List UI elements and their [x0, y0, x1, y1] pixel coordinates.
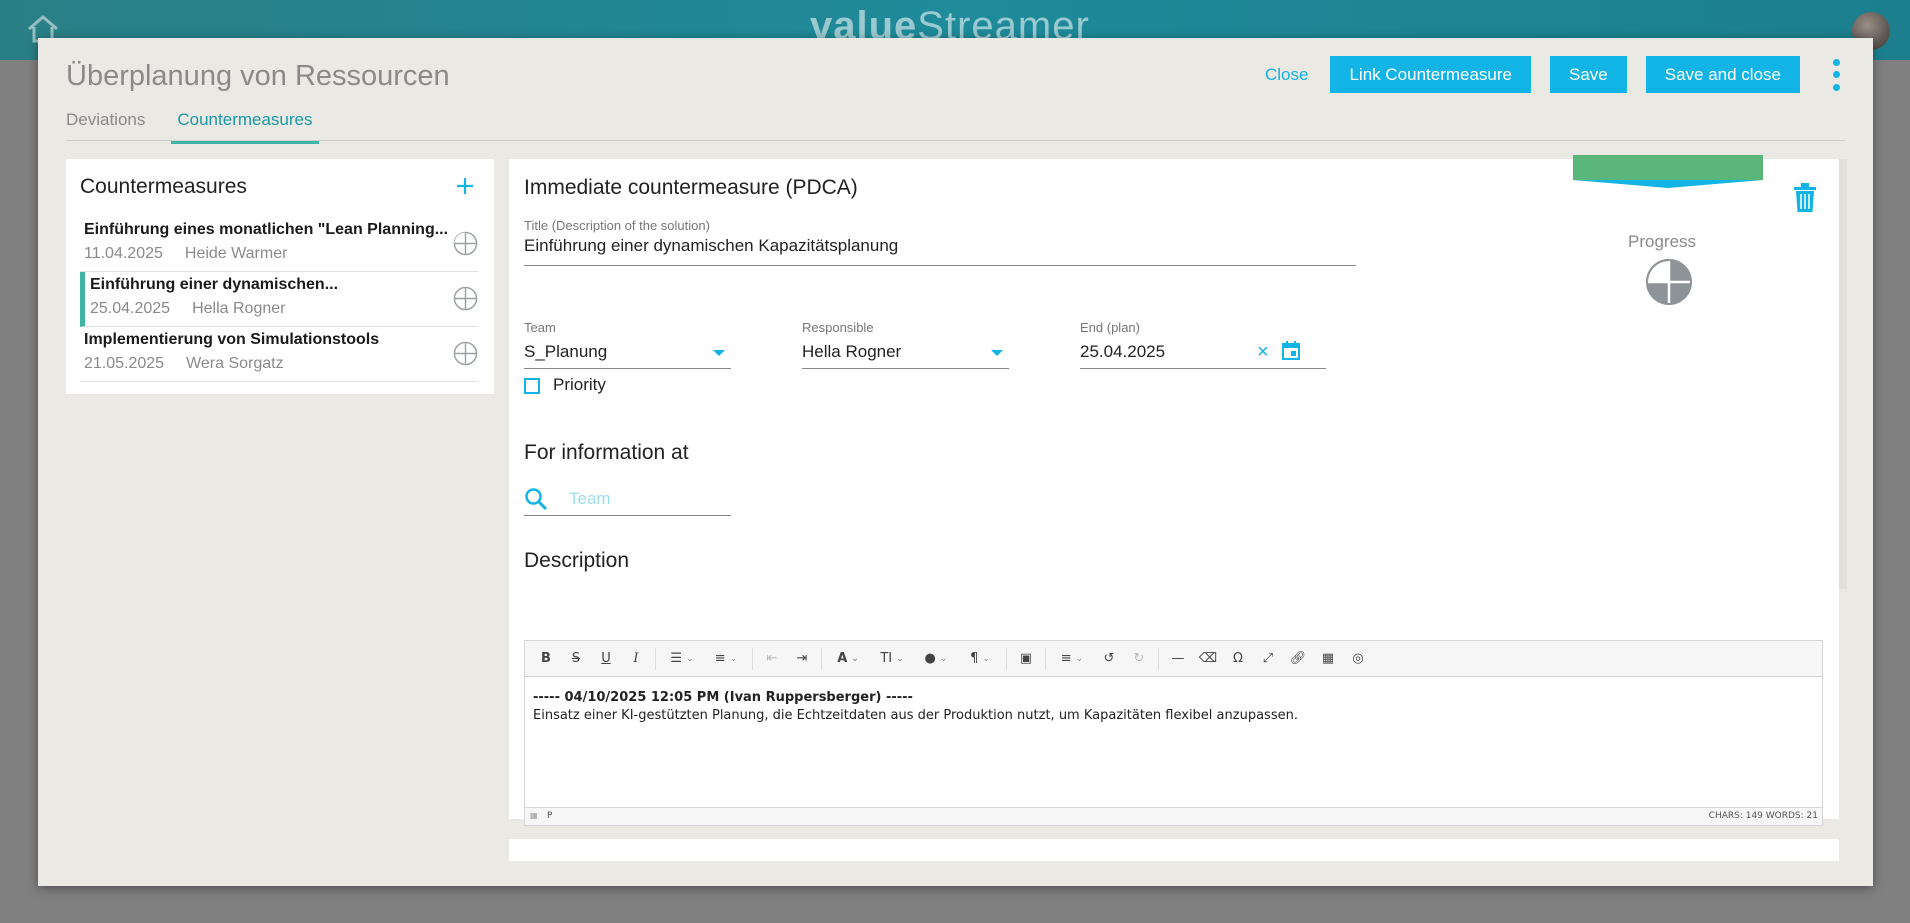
insert-table-button[interactable]: ▦	[1313, 645, 1343, 673]
item-person: Hella Rogner	[192, 300, 286, 317]
end-plan-date-field[interactable]: 25.04.2025	[1080, 342, 1165, 362]
item-person: Heide Warmer	[184, 245, 288, 262]
tabs-divider	[66, 140, 1845, 141]
item-title: Einführung einer dynamischen...	[90, 276, 339, 293]
status-flag-arrow	[1573, 180, 1763, 188]
title-label: Title (Description of the solution)	[524, 218, 710, 233]
end-plan-label: End (plan)	[1080, 320, 1140, 335]
item-title: Einführung eines monatlichen "Lean Plann…	[84, 221, 449, 238]
search-icon	[525, 488, 548, 511]
add-icon[interactable]	[456, 177, 474, 195]
priority-label: Priority	[553, 375, 606, 394]
progress-label: Progress	[1628, 232, 1697, 251]
editor-content[interactable]: ----- 04/10/2025 12:05 PM (Ivan Ruppersb…	[525, 677, 1822, 737]
tab-deviations[interactable]: Deviations	[66, 110, 145, 144]
editor-toolbar: B S U I ☰ ⌄ ≡ ⌄ ⇤ ⇥ A ⌄ TI ⌄ ● ⌄ ¶ ⌄ ▣ ≡ ⌄ ↺	[525, 641, 1822, 677]
special-characters-button[interactable]: Ω	[1223, 645, 1253, 673]
item-date: 21.05.2025	[84, 355, 165, 372]
progress-pie-icon	[453, 286, 478, 311]
close-button[interactable]: Close	[1265, 65, 1308, 85]
outdent-button[interactable]: ⇤	[757, 645, 787, 673]
insert-link-button[interactable]: 🔗︎	[1283, 645, 1313, 673]
end-plan-underline	[1080, 368, 1326, 369]
progress-pie-icon	[453, 231, 478, 256]
description-editor: B S U I ☰ ⌄ ≡ ⌄ ⇤ ⇥ A ⌄ TI ⌄ ● ⌄ ¶ ⌄ ▣ ≡ ⌄ ↺	[524, 640, 1823, 826]
redo-button[interactable]: ↻	[1124, 645, 1154, 673]
horizontal-line-button[interactable]: —	[1163, 645, 1193, 673]
editor-status-bar: ▦ P CHARS: 149 WORDS: 21	[525, 807, 1822, 825]
responsible-select[interactable]: Hella Rogner	[802, 342, 901, 362]
scrollbar[interactable]	[1839, 159, 1847, 589]
item-title: Implementierung von Simulationstools	[84, 331, 380, 348]
countermeasure-detail-card: Immediate countermeasure (PDCA) Progress…	[509, 155, 1839, 826]
countermeasure-list: Einführung eines monatlichen "Lean Plann…	[80, 217, 478, 382]
list-item[interactable]: Einführung einer dynamischen... 25.04.20…	[80, 272, 478, 327]
clear-icon[interactable]: ×	[1257, 342, 1269, 362]
list-title: Countermeasures	[80, 175, 247, 198]
responsible-label: Responsible	[802, 320, 874, 335]
team-underline	[524, 368, 731, 369]
item-date: 25.04.2025	[90, 300, 171, 317]
insert-image-button[interactable]: ▣	[1011, 645, 1041, 673]
status-flag	[1573, 155, 1763, 180]
title-underline	[524, 265, 1356, 266]
resize-grip-icon[interactable]: ▦	[530, 811, 538, 820]
item-person: Wera Sorgatz	[186, 355, 284, 372]
team-label: Team	[524, 320, 556, 335]
priority-checkbox[interactable]	[524, 378, 540, 394]
save-button[interactable]: Save	[1550, 56, 1627, 93]
detail-heading: Immediate countermeasure (PDCA)	[524, 176, 858, 199]
indent-button[interactable]: ⇥	[787, 645, 817, 673]
description-heading: Description	[524, 549, 630, 572]
paragraph-format-button[interactable]: ¶ ⌄	[958, 645, 1002, 673]
dialog-tabs: Deviations Countermeasures	[66, 110, 351, 144]
strikethrough-button[interactable]: S	[561, 645, 591, 673]
calendar-icon[interactable]	[1281, 341, 1301, 361]
description-text: Einsatz einer KI-gestützten Planung, die…	[533, 708, 1298, 723]
next-card-edge	[509, 839, 1839, 861]
font-family-button[interactable]: A ⌄	[826, 645, 870, 673]
align-button[interactable]: ≡ ⌄	[1050, 645, 1094, 673]
help-button[interactable]: ◎	[1343, 645, 1373, 673]
fullscreen-button[interactable]: ⤢	[1253, 645, 1283, 673]
underline-button[interactable]: U	[591, 645, 621, 673]
search-underline	[524, 515, 731, 516]
countermeasure-dialog: Überplanung von Ressourcen Deviations Co…	[38, 38, 1873, 886]
countermeasure-list-card: Countermeasures Einführung eines monatli…	[66, 159, 494, 394]
dialog-actions: Close Link Countermeasure Save Save and …	[1265, 56, 1843, 93]
link-countermeasure-button[interactable]: Link Countermeasure	[1330, 56, 1531, 93]
tab-countermeasures[interactable]: Countermeasures	[171, 110, 319, 144]
responsible-underline	[802, 368, 1009, 369]
chevron-down-icon[interactable]	[991, 350, 1003, 356]
info-heading: For information at	[524, 441, 689, 464]
bullet-list-button[interactable]: ☰ ⌄	[660, 645, 704, 673]
numbered-list-button[interactable]: ≡ ⌄	[704, 645, 748, 673]
save-and-close-button[interactable]: Save and close	[1645, 56, 1800, 93]
info-team-search-input[interactable]	[569, 489, 729, 509]
clear-format-button[interactable]: ⌫	[1193, 645, 1223, 673]
dialog-title: Überplanung von Ressourcen	[66, 60, 450, 92]
list-item[interactable]: Einführung eines monatlichen "Lean Plann…	[80, 217, 478, 272]
trash-icon[interactable]	[1793, 183, 1817, 213]
word-count: CHARS: 149 WORDS: 21	[1708, 811, 1818, 821]
progress-pie-icon[interactable]	[1646, 259, 1692, 305]
team-select[interactable]: S_Planung	[524, 342, 607, 362]
element-path: P	[547, 811, 553, 821]
more-options-icon[interactable]	[1829, 58, 1843, 91]
undo-button[interactable]: ↺	[1094, 645, 1124, 673]
color-button[interactable]: ● ⌄	[914, 645, 958, 673]
font-size-button[interactable]: TI ⌄	[870, 645, 914, 673]
list-item[interactable]: Implementierung von Simulationstools 21.…	[80, 327, 478, 382]
item-date: 11.04.2025	[84, 245, 163, 262]
comment-stamp: ----- 04/10/2025 12:05 PM (Ivan Ruppersb…	[533, 690, 913, 705]
title-field[interactable]: Einführung einer dynamischen Kapazitätsp…	[524, 236, 898, 256]
progress-pie-icon	[453, 341, 478, 366]
chevron-down-icon[interactable]	[713, 350, 725, 356]
italic-button[interactable]: I	[621, 645, 651, 673]
bold-button[interactable]: B	[531, 645, 561, 673]
